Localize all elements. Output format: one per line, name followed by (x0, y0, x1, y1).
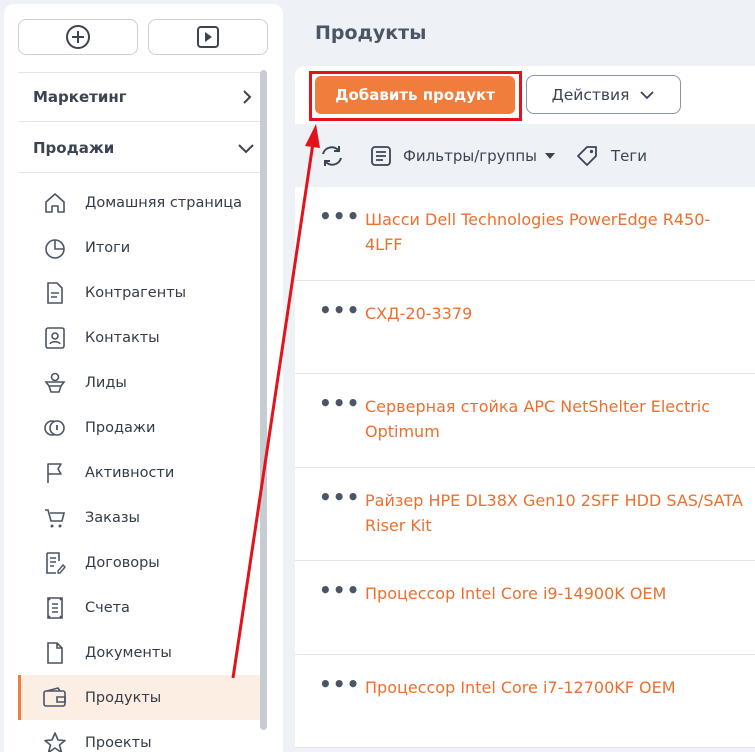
sidebar-item-label: Счета (85, 599, 130, 616)
main-content: Продукты Добавить продукт Действия Фильт… (295, 0, 755, 752)
product-link[interactable]: Процессор Intel Core i7-12700KF OEM (365, 675, 745, 700)
sidebar-item-home[interactable]: Домашняя страница (18, 180, 260, 225)
product-link[interactable]: СХД-20-3379 (365, 301, 745, 326)
create-button[interactable] (18, 19, 138, 55)
sidebar-item-label: Контрагенты (85, 284, 187, 301)
actions-dropdown[interactable]: Действия (526, 75, 681, 114)
sidebar-item-projects[interactable]: Проекты (18, 720, 260, 752)
list-item: ••• Процессор Intel Core i7-12700KF OEM (295, 655, 755, 748)
sidebar-item-label: Лиды (85, 374, 127, 391)
sidebar-nav: Домашняя страница Итоги Контрагенты Конт… (18, 180, 260, 752)
sidebar-item-sales[interactable]: Продажи (18, 405, 260, 450)
section-label: Продажи (33, 138, 115, 157)
list-item: ••• Шасси Dell Technologies PowerEdge R4… (295, 187, 755, 281)
sidebar-scrollbar[interactable] (260, 70, 267, 730)
sidebar-item-summary[interactable]: Итоги (18, 225, 260, 270)
more-options-icon[interactable]: ••• (319, 206, 360, 226)
sidebar-item-label: Договоры (85, 554, 160, 571)
tag-icon[interactable] (575, 144, 601, 168)
sidebar-item-label: Продукты (85, 689, 162, 706)
sidebar-item-label: Заказы (85, 509, 140, 526)
file-icon (42, 640, 68, 666)
products-list: ••• Шасси Dell Technologies PowerEdge R4… (295, 187, 755, 748)
video-guide-button[interactable] (148, 19, 268, 55)
more-options-icon[interactable]: ••• (319, 393, 360, 413)
cart-icon (42, 505, 68, 531)
lead-funnel-icon (42, 370, 68, 396)
toolbar: Добавить продукт Действия (295, 66, 755, 124)
sidebar-item-label: Контакты (85, 329, 160, 346)
invoice-icon (42, 595, 68, 621)
chevron-right-icon (243, 90, 252, 104)
wallet-icon (42, 685, 68, 711)
sidebar-item-contracts[interactable]: Договоры (18, 540, 260, 585)
list-item: ••• Серверная стойка APC NetShelter Elec… (295, 374, 755, 468)
star-icon (42, 730, 68, 752)
product-link[interactable]: Серверная стойка APC NetShelter Electric… (365, 394, 745, 444)
actions-label: Действия (551, 85, 630, 104)
section-sales[interactable]: Продажи (18, 123, 260, 173)
flag-icon (42, 460, 68, 486)
more-options-icon[interactable]: ••• (319, 674, 360, 694)
add-product-button[interactable]: Добавить продукт (315, 76, 515, 114)
coins-icon (42, 415, 68, 441)
plus-circle-icon (66, 25, 90, 49)
sidebar-item-label: Домашняя страница (85, 194, 242, 211)
sidebar-item-label: Проекты (85, 734, 152, 751)
contact-card-icon (42, 325, 68, 351)
document-icon (42, 280, 68, 306)
product-link[interactable]: Процессор Intel Core i9-14900K OEM (365, 581, 745, 606)
page-title: Продукты (315, 22, 427, 44)
tags-label[interactable]: Теги (611, 147, 647, 165)
filters-bar: Фильтры/группы Теги (295, 125, 755, 187)
product-link[interactable]: Райзер HPE DL38X Gen10 2SFF HDD SAS/SATA… (365, 488, 745, 538)
chevron-down-icon (640, 90, 655, 99)
sidebar-item-products[interactable]: Продукты (18, 675, 260, 720)
more-options-icon[interactable]: ••• (319, 580, 360, 600)
more-options-icon[interactable]: ••• (319, 300, 360, 320)
filters-groups-label[interactable]: Фильтры/группы (403, 147, 537, 165)
sidebar-item-label: Итоги (85, 239, 131, 256)
sidebar-item-documents[interactable]: Документы (18, 630, 260, 675)
sidebar-item-label: Документы (85, 644, 172, 661)
filter-list-icon[interactable] (369, 144, 393, 168)
sidebar-item-invoices[interactable]: Счета (18, 585, 260, 630)
caret-down-icon[interactable] (544, 153, 555, 159)
contract-icon (42, 550, 68, 576)
list-item: ••• СХД-20-3379 (295, 281, 755, 374)
sidebar-item-contacts[interactable]: Контакты (18, 315, 260, 360)
refresh-icon[interactable] (319, 144, 345, 168)
sidebar-item-label: Активности (85, 464, 175, 481)
list-item: ••• Райзер HPE DL38X Gen10 2SFF HDD SAS/… (295, 468, 755, 561)
home-icon (42, 190, 68, 216)
sidebar-item-counterparties[interactable]: Контрагенты (18, 270, 260, 315)
sidebar-item-activities[interactable]: Активности (18, 450, 260, 495)
sidebar-item-leads[interactable]: Лиды (18, 360, 260, 405)
more-options-icon[interactable]: ••• (319, 487, 360, 507)
sidebar-item-label: Продажи (85, 419, 156, 436)
sidebar: Маркетинг Продажи Домашняя страница Итог… (0, 0, 283, 752)
product-link[interactable]: Шасси Dell Technologies PowerEdge R450-4… (365, 207, 745, 257)
section-marketing[interactable]: Маркетинг (18, 72, 260, 122)
chevron-down-icon (238, 143, 254, 153)
list-item: ••• Процессор Intel Core i9-14900K OEM (295, 561, 755, 655)
section-label: Маркетинг (33, 88, 127, 106)
sidebar-item-orders[interactable]: Заказы (18, 495, 260, 540)
play-icon (197, 26, 219, 48)
pie-chart-icon (42, 235, 68, 261)
